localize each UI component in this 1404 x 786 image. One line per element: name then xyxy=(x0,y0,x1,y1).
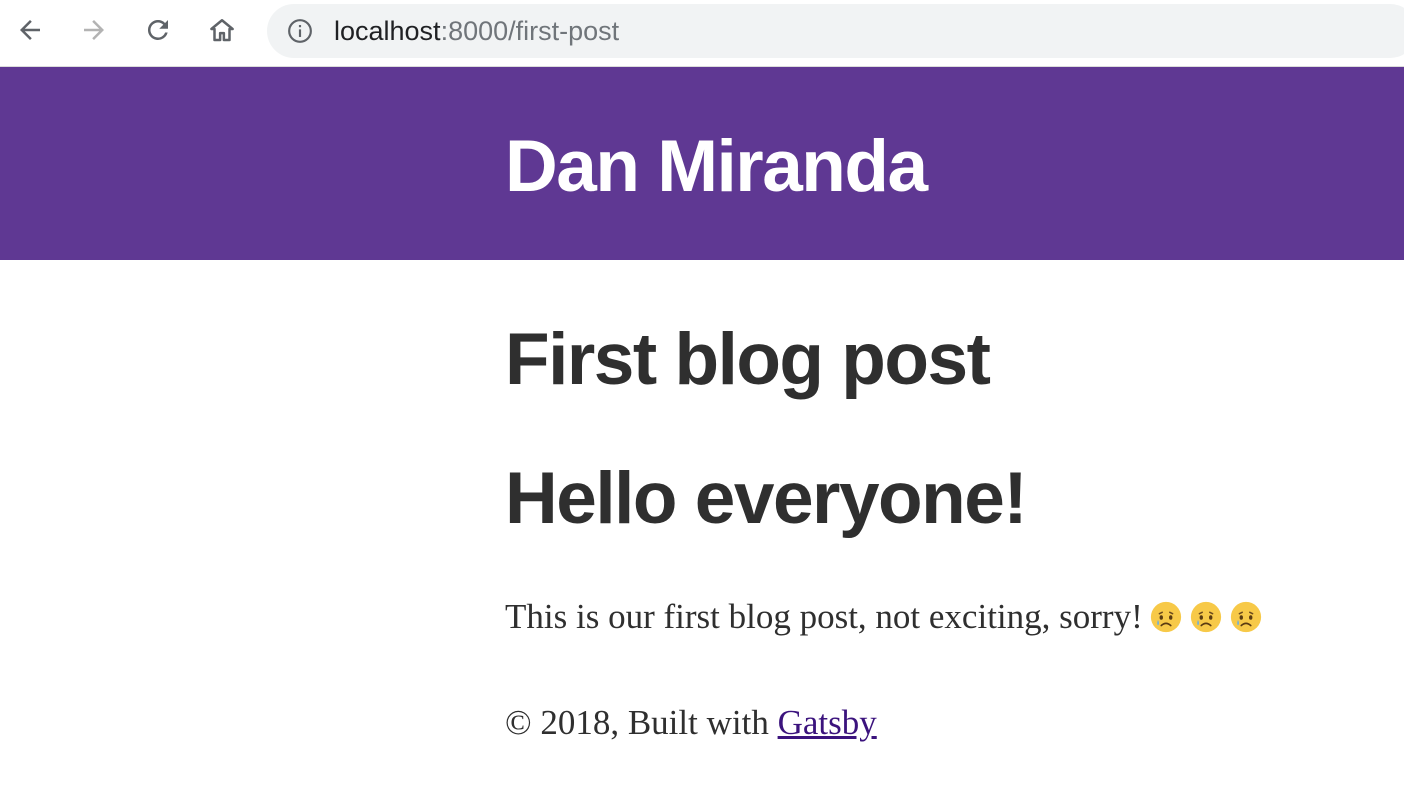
arrow-left-icon xyxy=(20,20,40,40)
post-heading: Hello everyone! xyxy=(505,458,1028,539)
back-button[interactable] xyxy=(10,10,50,50)
reload-icon xyxy=(147,19,168,40)
info-icon[interactable] xyxy=(287,18,313,44)
crying-face-emoji-icon xyxy=(1150,601,1181,633)
url-host: localhost xyxy=(334,16,441,46)
arrow-right-icon xyxy=(84,20,104,40)
url-path: :8000/first-post xyxy=(440,16,620,46)
url-text[interactable]: localhost:8000/first-post xyxy=(334,16,619,46)
reload-button[interactable] xyxy=(138,10,178,50)
browser-toolbar: localhost:8000/first-post xyxy=(0,0,1404,67)
home-button[interactable] xyxy=(202,10,242,50)
post-body-text: This is our first blog post, not excitin… xyxy=(505,597,1143,636)
home-icon xyxy=(210,19,234,42)
site-header: Dan Miranda xyxy=(0,67,1404,260)
crying-face-emoji-icon xyxy=(1230,601,1261,633)
post-title: First blog post xyxy=(505,319,991,400)
gatsby-link[interactable]: Gatsby xyxy=(778,703,877,742)
post-body: This is our first blog post, not excitin… xyxy=(505,594,1263,640)
footer-text: © 2018, Built with xyxy=(505,703,778,742)
forward-button[interactable] xyxy=(74,10,114,50)
site-title-link[interactable]: Dan Miranda xyxy=(505,123,928,211)
footer: © 2018, Built with Gatsby xyxy=(505,700,877,746)
address-bar[interactable]: localhost:8000/first-post xyxy=(267,4,1404,58)
crying-face-emoji-icon xyxy=(1190,601,1221,633)
